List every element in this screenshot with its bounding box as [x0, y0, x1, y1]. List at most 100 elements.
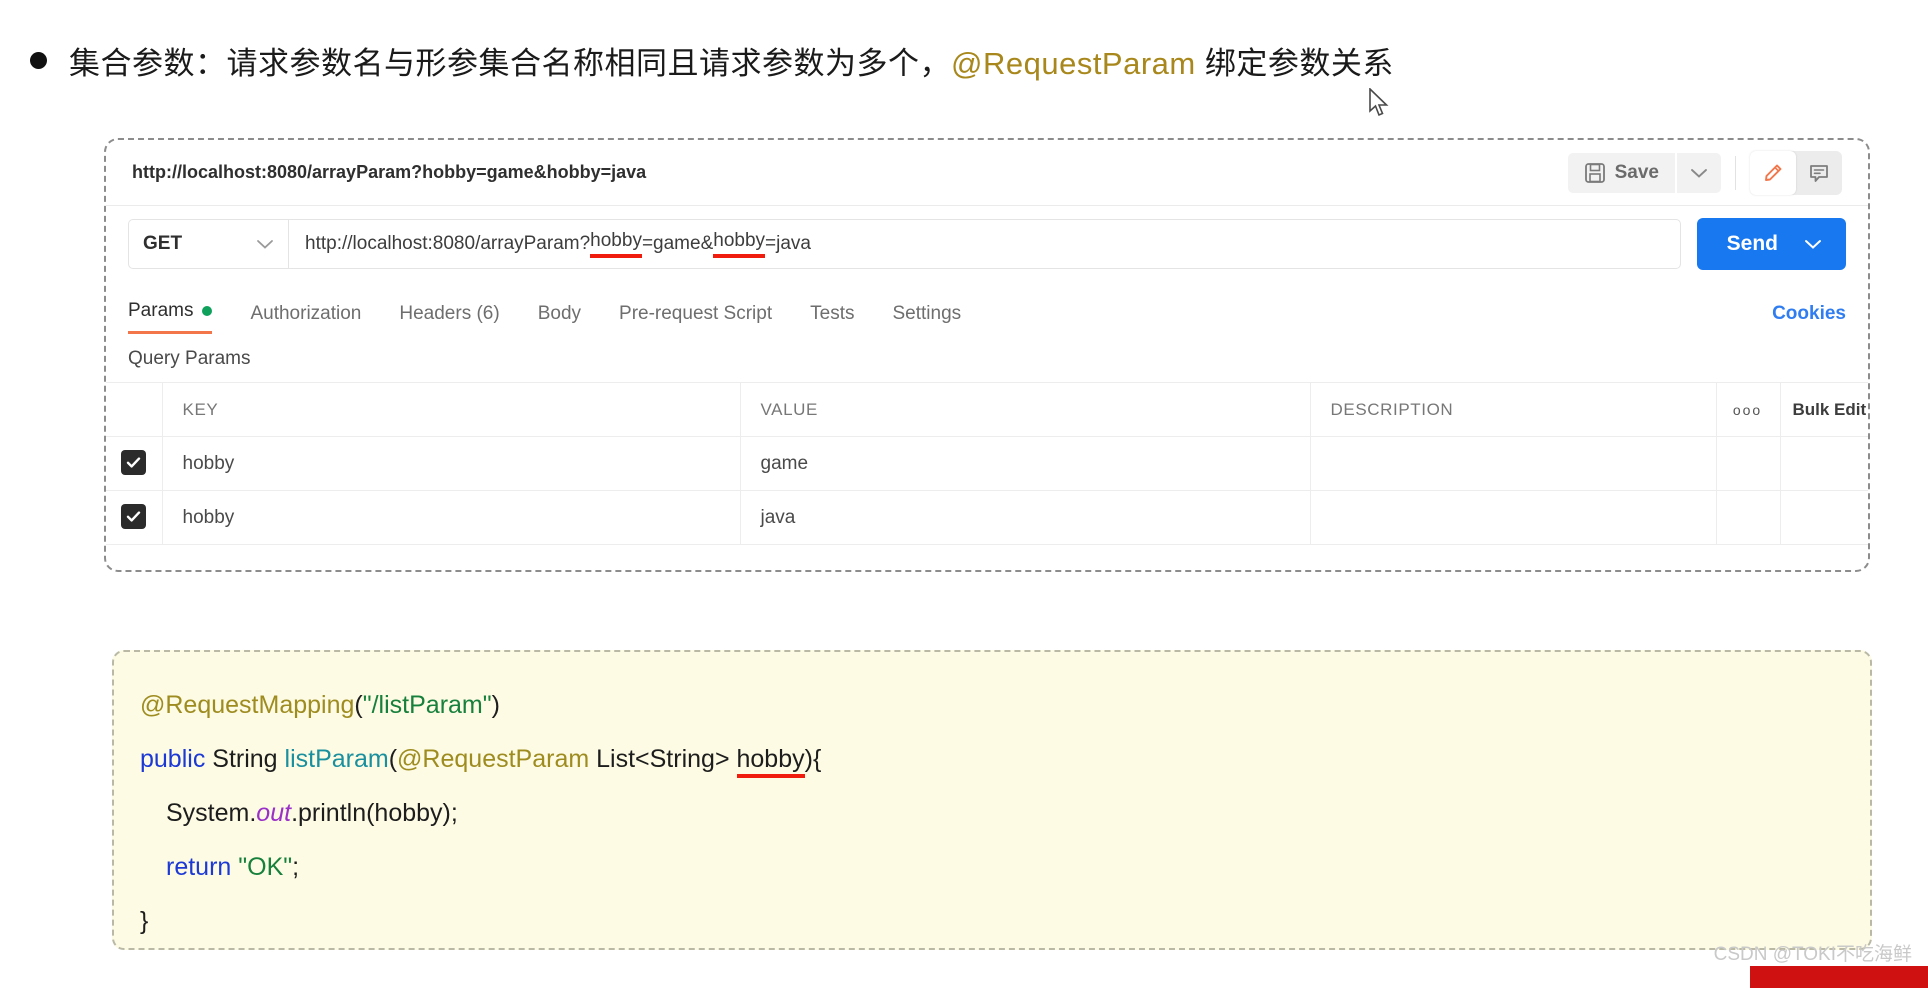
table-header-row: KEY VALUE DESCRIPTION ooo Bulk Edit: [106, 382, 1868, 437]
code-static-field-out: out: [256, 799, 292, 827]
code-line-1: @RequestMapping("/listParam"): [140, 678, 1870, 732]
code-line2-tail: ){: [804, 745, 822, 773]
row-spacer-bulk: [1780, 490, 1868, 545]
request-section-tabs: Params Authorization Headers (6) Body Pr…: [106, 282, 1868, 334]
bulk-edit-button[interactable]: Bulk Edit: [1780, 382, 1868, 437]
chevron-down-icon: [1805, 240, 1821, 249]
edit-mode-button[interactable]: [1750, 150, 1796, 195]
chevron-down-icon: [257, 240, 273, 249]
tab-params-label: Params: [128, 300, 194, 321]
url-param-key-1: hobby: [590, 230, 642, 258]
table-row: hobby game: [106, 436, 1868, 491]
request-url-input[interactable]: http://localhost:8080/arrayParam? hobby =g…: [288, 219, 1681, 269]
code-println-post: .println(hobby);: [291, 799, 458, 827]
url-part-base: http://localhost:8080/arrayParam?: [305, 233, 591, 254]
tab-settings[interactable]: Settings: [893, 303, 962, 334]
headline: 集合参数：请求参数名与形参集合名称相同且请求参数为多个，@RequestPara…: [30, 38, 1830, 83]
cookies-link[interactable]: Cookies: [1772, 303, 1846, 334]
send-button[interactable]: Send: [1696, 218, 1846, 270]
code-annotation-requestparam: @RequestParam: [397, 745, 590, 773]
send-button-label: Send: [1726, 232, 1778, 255]
row-spacer-dots: [1716, 490, 1781, 545]
request-url-row: GET http://localhost:8080/arrayParam? hob…: [106, 206, 1868, 282]
postman-tab-bar: http://localhost:8080/arrayParam?hobby=g…: [106, 140, 1868, 206]
query-params-table: KEY VALUE DESCRIPTION ooo Bulk Edit hobb…: [106, 382, 1868, 545]
toolbar-divider: [1735, 155, 1736, 190]
headline-text-after: 绑定参数关系: [1195, 46, 1394, 81]
tab-authorization-label: Authorization: [250, 303, 362, 324]
code-method-name: listParam: [284, 745, 389, 773]
tab-tests[interactable]: Tests: [810, 303, 854, 334]
code-println-pre: System.: [166, 799, 257, 827]
tab-headers-label: Headers (6): [399, 303, 500, 324]
row-key[interactable]: hobby: [162, 436, 741, 491]
tab-pre-request-script[interactable]: Pre-request Script: [619, 303, 772, 334]
code-string-listparam: "/listParam": [362, 691, 492, 719]
header-checkbox-cell: [106, 382, 163, 437]
chevron-down-icon: [1691, 168, 1707, 178]
code-paren-open: (: [354, 691, 363, 719]
row-spacer-bulk: [1780, 436, 1868, 491]
bullet-icon: [30, 52, 47, 69]
checkbox-checked-icon[interactable]: [121, 450, 147, 475]
row-checkbox-cell[interactable]: [106, 490, 163, 545]
code-line-4: return "OK";: [140, 840, 1870, 894]
code-keyword-return: return: [166, 853, 232, 881]
floppy-disk-icon: [1584, 162, 1605, 183]
check-icon: [127, 511, 141, 522]
code-type-string: String: [205, 745, 285, 773]
bottom-red-bar: [1750, 966, 1928, 988]
url-param-key-2: hobby: [713, 230, 766, 258]
save-button[interactable]: Save: [1567, 152, 1675, 193]
url-part-tail: =java: [765, 233, 811, 254]
code-line-5: }: [140, 907, 149, 935]
tab-headers[interactable]: Headers (6): [399, 303, 499, 334]
row-spacer-dots: [1716, 436, 1781, 491]
tab-settings-label: Settings: [892, 303, 962, 324]
tab-body-label: Body: [537, 303, 582, 324]
tab-params[interactable]: Params: [128, 300, 213, 334]
header-value: VALUE: [740, 382, 1311, 437]
comment-icon: [1810, 164, 1828, 182]
mouse-cursor-icon: [1369, 88, 1389, 117]
postman-request-panel: http://localhost:8080/arrayParam?hobby=g…: [104, 138, 1870, 572]
code-line-3: System.out.println(hobby);: [140, 786, 1870, 840]
http-method-value: GET: [143, 233, 183, 254]
watermark-text: CSDN @TOKI不吃海鲜: [1713, 944, 1912, 965]
tab-tests-label: Tests: [810, 303, 855, 324]
code-keyword-public: public: [140, 745, 206, 773]
row-description[interactable]: [1310, 436, 1717, 491]
view-mode-group: [1750, 150, 1842, 195]
pencil-icon: [1765, 164, 1782, 181]
code-paren-close: ): [491, 691, 500, 719]
save-dropdown-button[interactable]: [1677, 152, 1721, 193]
row-value[interactable]: game: [740, 436, 1311, 491]
code-param-name: hobby: [736, 745, 805, 778]
row-value[interactable]: java: [740, 490, 1311, 545]
header-description: DESCRIPTION: [1310, 382, 1717, 437]
row-key[interactable]: hobby: [162, 490, 741, 545]
code-line-2: public String listParam(@RequestParam Li…: [140, 732, 1870, 786]
headline-text: 集合参数：请求参数名与形参集合名称相同且请求参数为多个，@RequestPara…: [69, 38, 1394, 83]
row-description[interactable]: [1310, 490, 1717, 545]
tab-pre-request-script-label: Pre-request Script: [619, 303, 773, 324]
url-part-mid: =game&: [641, 233, 714, 254]
table-row: hobby java: [106, 490, 1868, 545]
header-key: KEY: [162, 382, 741, 437]
java-code-block: @RequestMapping("/listParam") public Str…: [112, 650, 1872, 950]
code-param-type: List<String>: [589, 745, 737, 773]
save-button-label: Save: [1614, 161, 1659, 183]
comment-button[interactable]: [1796, 151, 1842, 195]
code-semicolon: ;: [292, 853, 300, 881]
http-method-select[interactable]: GET: [128, 219, 288, 269]
headline-text-before: 集合参数：请求参数名与形参集合名称相同且请求参数为多个，: [69, 46, 951, 81]
tab-authorization[interactable]: Authorization: [250, 303, 361, 334]
query-params-label: Query Params: [128, 348, 251, 369]
tab-body[interactable]: Body: [538, 303, 581, 334]
send-dropdown-button[interactable]: [1804, 238, 1846, 250]
table-options-button[interactable]: ooo: [1716, 382, 1781, 437]
checkbox-checked-icon[interactable]: [121, 504, 147, 529]
request-tab-title[interactable]: http://localhost:8080/arrayParam?hobby=g…: [106, 162, 1568, 183]
check-icon: [127, 457, 141, 468]
row-checkbox-cell[interactable]: [106, 436, 163, 491]
